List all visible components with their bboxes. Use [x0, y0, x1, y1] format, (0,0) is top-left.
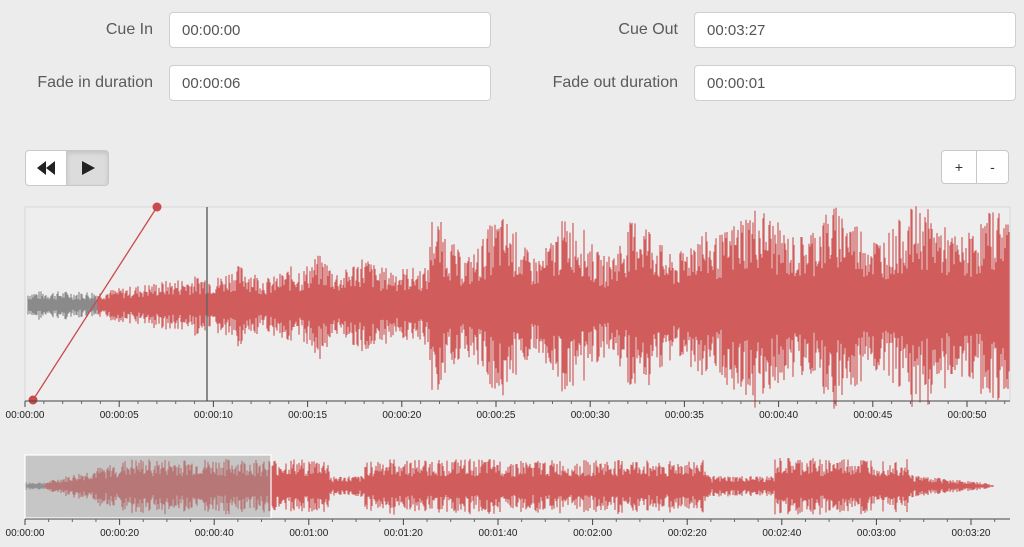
fade-in-end-handle[interactable] — [152, 202, 162, 212]
waveform-main-view[interactable]: 00:00:00 00:00:05 00:00:10 00:00:15 00:00:20… — [0, 200, 1024, 430]
cue-out-field[interactable] — [694, 12, 1016, 48]
fade-out-duration-field[interactable] — [694, 65, 1016, 101]
zoom-controls: + - — [941, 150, 1009, 184]
timeline-tick-label: 00:03:20 — [952, 528, 991, 539]
cue-in-label: Cue In — [105, 21, 153, 38]
timeline-tick-label: 00:00:20 — [382, 410, 421, 421]
timeline-tick-label: 00:00:00 — [6, 528, 45, 539]
play-button[interactable] — [67, 150, 109, 186]
timeline-tick-label: 00:00:05 — [100, 410, 139, 421]
timeline-tick-label: 00:00:30 — [571, 410, 610, 421]
timeline-tick-label: 00:00:15 — [288, 410, 327, 421]
timeline-tick-label: 00:00:20 — [100, 528, 139, 539]
timeline-tick-label: 00:00:40 — [759, 410, 798, 421]
cue-out-label: Cue Out — [618, 21, 678, 38]
overview-timeline-ticks: 00:00:00 00:00:20 00:00:40 00:01:00 00:01:20… — [6, 519, 996, 539]
timeline-tick-label: 00:00:25 — [477, 410, 516, 421]
fade-in-duration-field[interactable] — [169, 65, 491, 101]
zoom-out-button[interactable]: - — [977, 150, 1009, 184]
overview-visible-window[interactable] — [24, 454, 272, 519]
timeline-tick-label: 00:02:40 — [762, 528, 801, 539]
timeline-tick-label: 00:00:45 — [853, 410, 892, 421]
timeline-tick-label: 00:00:50 — [948, 410, 987, 421]
zoom-in-label: + — [954, 159, 964, 175]
zoom-in-button[interactable]: + — [941, 150, 977, 184]
play-icon — [81, 161, 95, 175]
cue-in-field[interactable] — [169, 12, 491, 48]
transport-controls — [25, 150, 109, 186]
timeline-tick-label: 00:01:20 — [384, 528, 423, 539]
timeline-tick-label: 00:01:00 — [289, 528, 328, 539]
timeline-tick-label: 00:03:00 — [857, 528, 896, 539]
timeline-tick-label: 00:02:00 — [573, 528, 612, 539]
rewind-button[interactable] — [25, 150, 67, 186]
waveform-overview[interactable]: 00:00:00 00:00:20 00:00:40 00:01:00 00:01:20… — [0, 444, 1024, 547]
timeline-tick-label: 00:00:40 — [195, 528, 234, 539]
fade-in-duration-label: Fade in duration — [37, 74, 153, 91]
timeline-tick-label: 00:01:40 — [479, 528, 518, 539]
timeline-tick-label: 00:00:10 — [194, 410, 233, 421]
fade-out-duration-label: Fade out duration — [552, 74, 678, 91]
rewind-icon — [37, 161, 55, 175]
timeline-tick-label: 00:00:35 — [665, 410, 704, 421]
fade-in-start-handle[interactable] — [28, 395, 38, 405]
timeline-tick-label: 00:02:20 — [668, 528, 707, 539]
main-timeline-ticks: 00:00:00 00:00:05 00:00:10 00:00:15 00:00:20… — [6, 401, 1006, 421]
timeline-tick-label: 00:00:00 — [6, 410, 45, 421]
zoom-out-label: - — [990, 159, 995, 175]
